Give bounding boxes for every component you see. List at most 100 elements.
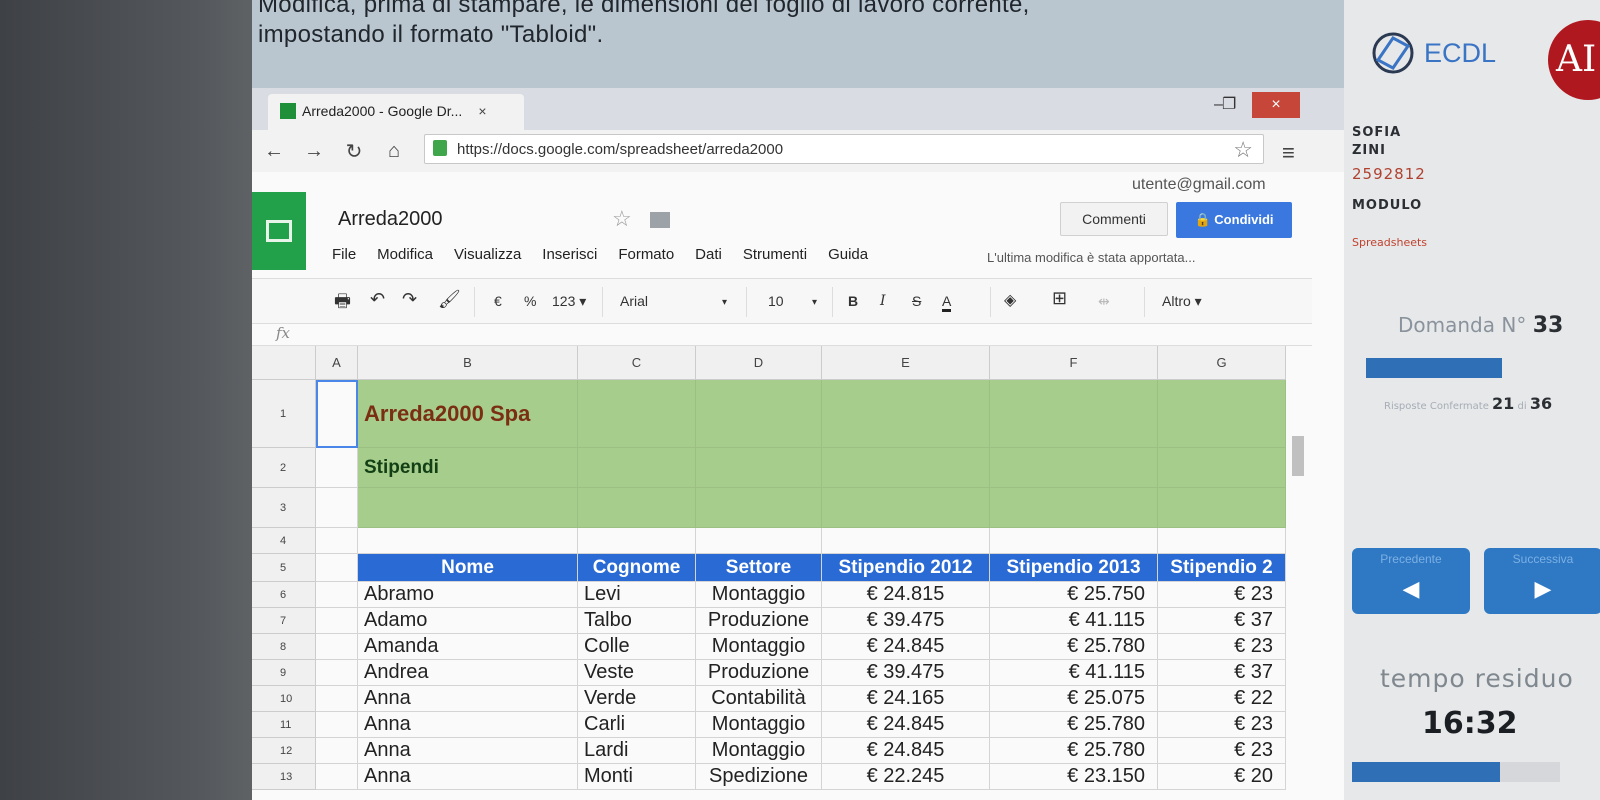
bold-button[interactable]: B	[848, 293, 858, 309]
strikethrough-button[interactable]: S	[912, 293, 921, 309]
table-cell[interactable]: € 41.115	[990, 660, 1158, 686]
font-size-dropdown[interactable]: 10	[768, 293, 784, 309]
cell[interactable]	[316, 448, 358, 488]
column-header-f[interactable]: F	[990, 346, 1158, 380]
row-header[interactable]: 12	[252, 738, 316, 764]
cell[interactable]	[1158, 380, 1286, 448]
row-header[interactable]: 10	[252, 686, 316, 712]
table-cell[interactable]: € 25.780	[990, 634, 1158, 660]
italic-button[interactable]: I	[880, 293, 886, 309]
cell[interactable]	[696, 448, 822, 488]
more-button[interactable]: Altro ▾	[1162, 293, 1202, 310]
table-cell[interactable]: Anna	[358, 712, 578, 738]
cell-b2[interactable]: Stipendi	[358, 448, 578, 488]
table-cell[interactable]: Spedizione	[696, 764, 822, 790]
table-header-cell[interactable]: Cognome	[578, 554, 696, 582]
table-cell[interactable]: € 24.845	[822, 738, 990, 764]
row-header[interactable]: 13	[252, 764, 316, 790]
forward-icon[interactable]: →	[296, 140, 332, 163]
table-cell[interactable]: Amanda	[358, 634, 578, 660]
table-cell[interactable]: Contabilità	[696, 686, 822, 712]
table-header-cell[interactable]: Settore	[696, 554, 822, 582]
number-format-dropdown[interactable]: 123 ▾	[552, 293, 586, 310]
undo-icon[interactable]: ↶	[370, 289, 385, 310]
cell[interactable]	[822, 488, 990, 528]
spreadsheet-grid[interactable]: A B C D E F G 1 Arreda2000 Spa 2 Stipendi 3 4…	[252, 346, 1312, 800]
row-header[interactable]: 4	[252, 528, 316, 554]
column-header-a[interactable]: A	[316, 346, 358, 380]
menu-file[interactable]: File	[332, 246, 356, 263]
table-cell[interactable]: Anna	[358, 764, 578, 790]
percent-format-button[interactable]: %	[524, 293, 536, 309]
menu-formato[interactable]: Formato	[618, 246, 674, 263]
cell[interactable]	[990, 528, 1158, 554]
chevron-down-icon[interactable]: ▾	[722, 297, 727, 308]
cell[interactable]	[316, 608, 358, 634]
table-header-cell[interactable]: Stipendio 2013	[990, 554, 1158, 582]
table-cell[interactable]: € 24.165	[822, 686, 990, 712]
table-cell[interactable]: € 25.780	[990, 712, 1158, 738]
fill-color-icon[interactable]: ◈	[1004, 290, 1016, 310]
next-button[interactable]: Successiva ▶	[1484, 548, 1600, 614]
table-cell[interactable]: € 23.150	[990, 764, 1158, 790]
row-header[interactable]: 8	[252, 634, 316, 660]
table-cell[interactable]: Montaggio	[696, 634, 822, 660]
font-family-dropdown[interactable]: Arial	[620, 293, 648, 309]
column-header-d[interactable]: D	[696, 346, 822, 380]
table-cell[interactable]: € 25.075	[990, 686, 1158, 712]
table-cell[interactable]: Abramo	[358, 582, 578, 608]
vertical-scrollbar[interactable]	[1292, 436, 1304, 476]
menu-guida[interactable]: Guida	[828, 246, 868, 263]
table-cell[interactable]: Produzione	[696, 608, 822, 634]
table-cell[interactable]: € 39.475	[822, 660, 990, 686]
row-header[interactable]: 6	[252, 582, 316, 608]
menu-inserisci[interactable]: Inserisci	[542, 246, 597, 263]
column-header-b[interactable]: B	[358, 346, 578, 380]
text-color-button[interactable]: A	[942, 293, 952, 312]
currency-format-button[interactable]: €	[494, 293, 502, 309]
table-cell[interactable]: Produzione	[696, 660, 822, 686]
cell[interactable]	[822, 528, 990, 554]
table-cell[interactable]: € 25.750	[990, 582, 1158, 608]
table-cell[interactable]: Adamo	[358, 608, 578, 634]
menu-dati[interactable]: Dati	[695, 246, 722, 263]
column-header-g[interactable]: G	[1158, 346, 1286, 380]
row-header[interactable]: 9	[252, 660, 316, 686]
table-cell[interactable]: € 23	[1158, 582, 1286, 608]
cell[interactable]	[358, 528, 578, 554]
table-cell[interactable]: € 20	[1158, 764, 1286, 790]
table-cell[interactable]: Montaggio	[696, 738, 822, 764]
table-cell[interactable]: € 23	[1158, 738, 1286, 764]
redo-icon[interactable]: ↷	[402, 289, 417, 310]
sheets-logo[interactable]	[252, 192, 306, 270]
table-cell[interactable]: € 24.815	[822, 582, 990, 608]
cell[interactable]	[1158, 488, 1286, 528]
tab-close-icon[interactable]: ×	[478, 103, 486, 130]
previous-button[interactable]: Precedente ◀	[1352, 548, 1470, 614]
table-cell[interactable]: Andrea	[358, 660, 578, 686]
cell[interactable]	[696, 488, 822, 528]
cell[interactable]	[990, 380, 1158, 448]
cell[interactable]	[990, 488, 1158, 528]
cell[interactable]	[578, 528, 696, 554]
cell[interactable]	[316, 686, 358, 712]
cell[interactable]	[316, 712, 358, 738]
table-header-cell[interactable]: Stipendio 2012	[822, 554, 990, 582]
table-cell[interactable]: € 39.475	[822, 608, 990, 634]
table-cell[interactable]: Veste	[578, 660, 696, 686]
browser-menu-icon[interactable]: ≡	[1282, 140, 1295, 166]
window-close-button[interactable]: ×	[1252, 92, 1300, 118]
table-cell[interactable]: € 23	[1158, 712, 1286, 738]
reload-icon[interactable]: ↻	[336, 139, 372, 164]
cell[interactable]	[578, 448, 696, 488]
cell[interactable]	[316, 660, 358, 686]
star-icon[interactable]: ☆	[612, 206, 632, 232]
row-header[interactable]: 2	[252, 448, 316, 488]
print-icon[interactable]: 🖶	[334, 289, 351, 319]
row-header[interactable]: 3	[252, 488, 316, 528]
row-header[interactable]: 1	[252, 380, 316, 448]
address-bar[interactable]: https://docs.google.com/spreadsheet/arre…	[424, 134, 1264, 164]
menu-visualizza[interactable]: Visualizza	[454, 246, 521, 263]
cell[interactable]	[1158, 448, 1286, 488]
table-cell[interactable]: Carli	[578, 712, 696, 738]
